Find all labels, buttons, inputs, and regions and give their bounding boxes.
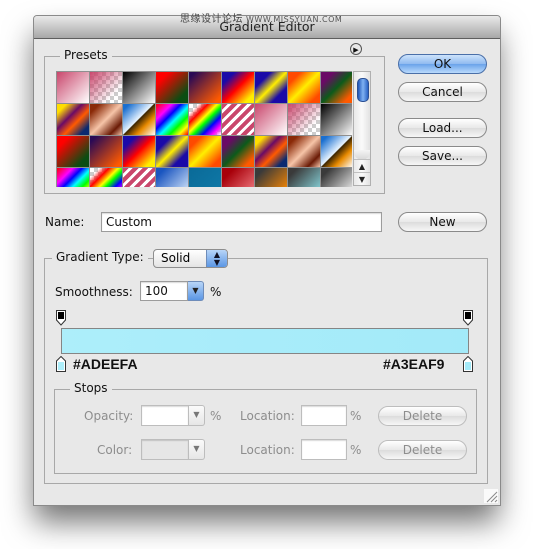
- cancel-button[interactable]: Cancel: [398, 82, 487, 102]
- preset-swatch-foreground-to-background[interactable]: [57, 72, 89, 103]
- preset-swatch-foreground-to-transparent[interactable]: [90, 72, 122, 103]
- scroll-up-button[interactable]: ▲: [354, 159, 370, 173]
- preset-swatch-blue-yellow-blue-2[interactable]: [156, 136, 188, 167]
- ok-button[interactable]: OK: [398, 54, 487, 74]
- preset-swatch-orange-yellow-orange-2[interactable]: [189, 136, 221, 167]
- arrow-up-icon: ▲: [358, 162, 366, 171]
- preset-swatch-pink-white[interactable]: [255, 104, 287, 135]
- smoothness-label: Smoothness:: [55, 285, 133, 299]
- opacity-location-label: Location:: [240, 409, 295, 423]
- preset-swatch-teal[interactable]: [189, 168, 221, 187]
- preset-swatch-black-white[interactable]: [123, 72, 155, 103]
- triangle-down-icon: ▼: [193, 444, 200, 453]
- watermark: 思缘设计论坛 WWW.MISSYUAN.COM: [180, 10, 342, 25]
- color-location-label: Location:: [240, 443, 295, 457]
- opacity-label: Opacity:: [84, 409, 134, 423]
- gradient-type-value: Solid: [161, 251, 191, 265]
- opacity-location-input[interactable]: [301, 405, 347, 426]
- opacity-dropdown[interactable]: ▼: [189, 405, 205, 426]
- smoothness-input[interactable]: [140, 281, 188, 301]
- preset-swatch-dark-red[interactable]: [222, 168, 254, 187]
- presets-scrollbar[interactable]: ▲ ▼: [353, 71, 371, 186]
- triangle-down-icon: ▼: [193, 410, 200, 419]
- preset-swatch-chrome[interactable]: [123, 104, 155, 135]
- scroll-down-button[interactable]: ▼: [354, 172, 370, 186]
- load-button[interactable]: Load...: [398, 118, 487, 138]
- opacity-stop-left[interactable]: [56, 310, 66, 326]
- opacity-stop-right[interactable]: [463, 310, 473, 326]
- smoothness-dropdown[interactable]: ▼: [188, 281, 204, 301]
- preset-swatch-gray-orange[interactable]: [255, 168, 287, 187]
- preset-swatch-gray-white[interactable]: [321, 168, 352, 187]
- color-location-unit: %: [350, 443, 362, 457]
- preset-swatch-blue-red-yellow[interactable]: [222, 72, 254, 103]
- opacity-location-unit: %: [350, 409, 362, 423]
- start-color-hex: #ADEEFA: [73, 356, 138, 372]
- gradient-preview-bar[interactable]: [61, 328, 469, 354]
- preset-swatch-transparent-stripes-2[interactable]: [123, 168, 155, 187]
- stops-group: [54, 389, 477, 474]
- preset-swatch-transparent-stripes[interactable]: [222, 104, 254, 135]
- preset-swatch-violet-orange[interactable]: [189, 72, 221, 103]
- preset-swatch-blue-light[interactable]: [156, 168, 188, 187]
- opacity-delete-button[interactable]: Delete: [378, 406, 467, 426]
- preset-swatch-violet-green-orange[interactable]: [321, 72, 352, 103]
- color-swatch-field[interactable]: [141, 439, 189, 460]
- color-delete-button[interactable]: Delete: [378, 440, 467, 460]
- preset-swatch-black-white-2[interactable]: [321, 104, 352, 135]
- opacity-unit: %: [210, 409, 222, 423]
- color-stop-right[interactable]: [463, 356, 473, 372]
- preset-swatch-spectrum-2[interactable]: [57, 168, 89, 187]
- preset-swatch-violet-green-orange-2[interactable]: [222, 136, 254, 167]
- opacity-input[interactable]: [141, 405, 189, 426]
- preset-swatch-orange-yellow-orange[interactable]: [288, 72, 320, 103]
- watermark-text: 思缘设计论坛: [180, 14, 243, 25]
- stops-label: Stops: [70, 381, 112, 395]
- gradient-type-select[interactable]: Solid ▲ ▼: [153, 249, 228, 268]
- name-label: Name:: [45, 215, 85, 229]
- preset-swatch-violet-orange-2[interactable]: [90, 136, 122, 167]
- up-down-arrows-icon: ▲ ▼: [206, 250, 227, 267]
- preset-swatch-red-green-2[interactable]: [57, 136, 89, 167]
- preset-swatch-spectrum[interactable]: [156, 104, 188, 135]
- new-button[interactable]: New: [398, 212, 487, 232]
- preset-swatch-yellow-violet-orange-blue[interactable]: [57, 104, 89, 135]
- color-label: Color:: [97, 443, 133, 457]
- preset-swatch-blue-red-yellow-2[interactable]: [123, 136, 155, 167]
- presets-label: Presets: [60, 48, 112, 62]
- smoothness-unit: %: [210, 285, 222, 299]
- arrow-down-icon: ▼: [358, 175, 366, 184]
- preset-swatch-transparent-rainbow[interactable]: [189, 104, 221, 135]
- preset-swatch-transparent-rainbow-2[interactable]: [90, 168, 122, 187]
- gradient-type-label: Gradient Type:: [52, 250, 148, 264]
- preset-swatch-gray-cyan[interactable]: [288, 168, 320, 187]
- save-button[interactable]: Save...: [398, 146, 487, 166]
- preset-swatch-grid: [56, 71, 352, 187]
- watermark-site: WWW.MISSYUAN.COM: [246, 15, 343, 24]
- resize-grip-icon[interactable]: [484, 489, 498, 503]
- color-dropdown[interactable]: ▼: [189, 439, 205, 460]
- color-location-input[interactable]: [301, 439, 347, 460]
- preset-swatch-copper[interactable]: [90, 104, 122, 135]
- presets-menu-button[interactable]: ▶: [350, 43, 362, 55]
- triangle-down-icon: ▼: [192, 286, 199, 295]
- preset-swatch-red-green[interactable]: [156, 72, 188, 103]
- play-circle-icon: ▶: [353, 46, 359, 54]
- preset-swatch-chrome-2[interactable]: [321, 136, 352, 167]
- preset-swatch-copper-2[interactable]: [288, 136, 320, 167]
- color-stop-left[interactable]: [56, 356, 66, 372]
- scrollbar-thumb[interactable]: [357, 78, 369, 102]
- preset-swatch-pink-transparent[interactable]: [288, 104, 320, 135]
- end-color-hex: #A3EAF9: [383, 356, 445, 372]
- name-input[interactable]: [101, 212, 382, 232]
- preset-swatch-blue-yellow-blue[interactable]: [255, 72, 287, 103]
- preset-swatch-yellow-violet-orange-blue-2[interactable]: [255, 136, 287, 167]
